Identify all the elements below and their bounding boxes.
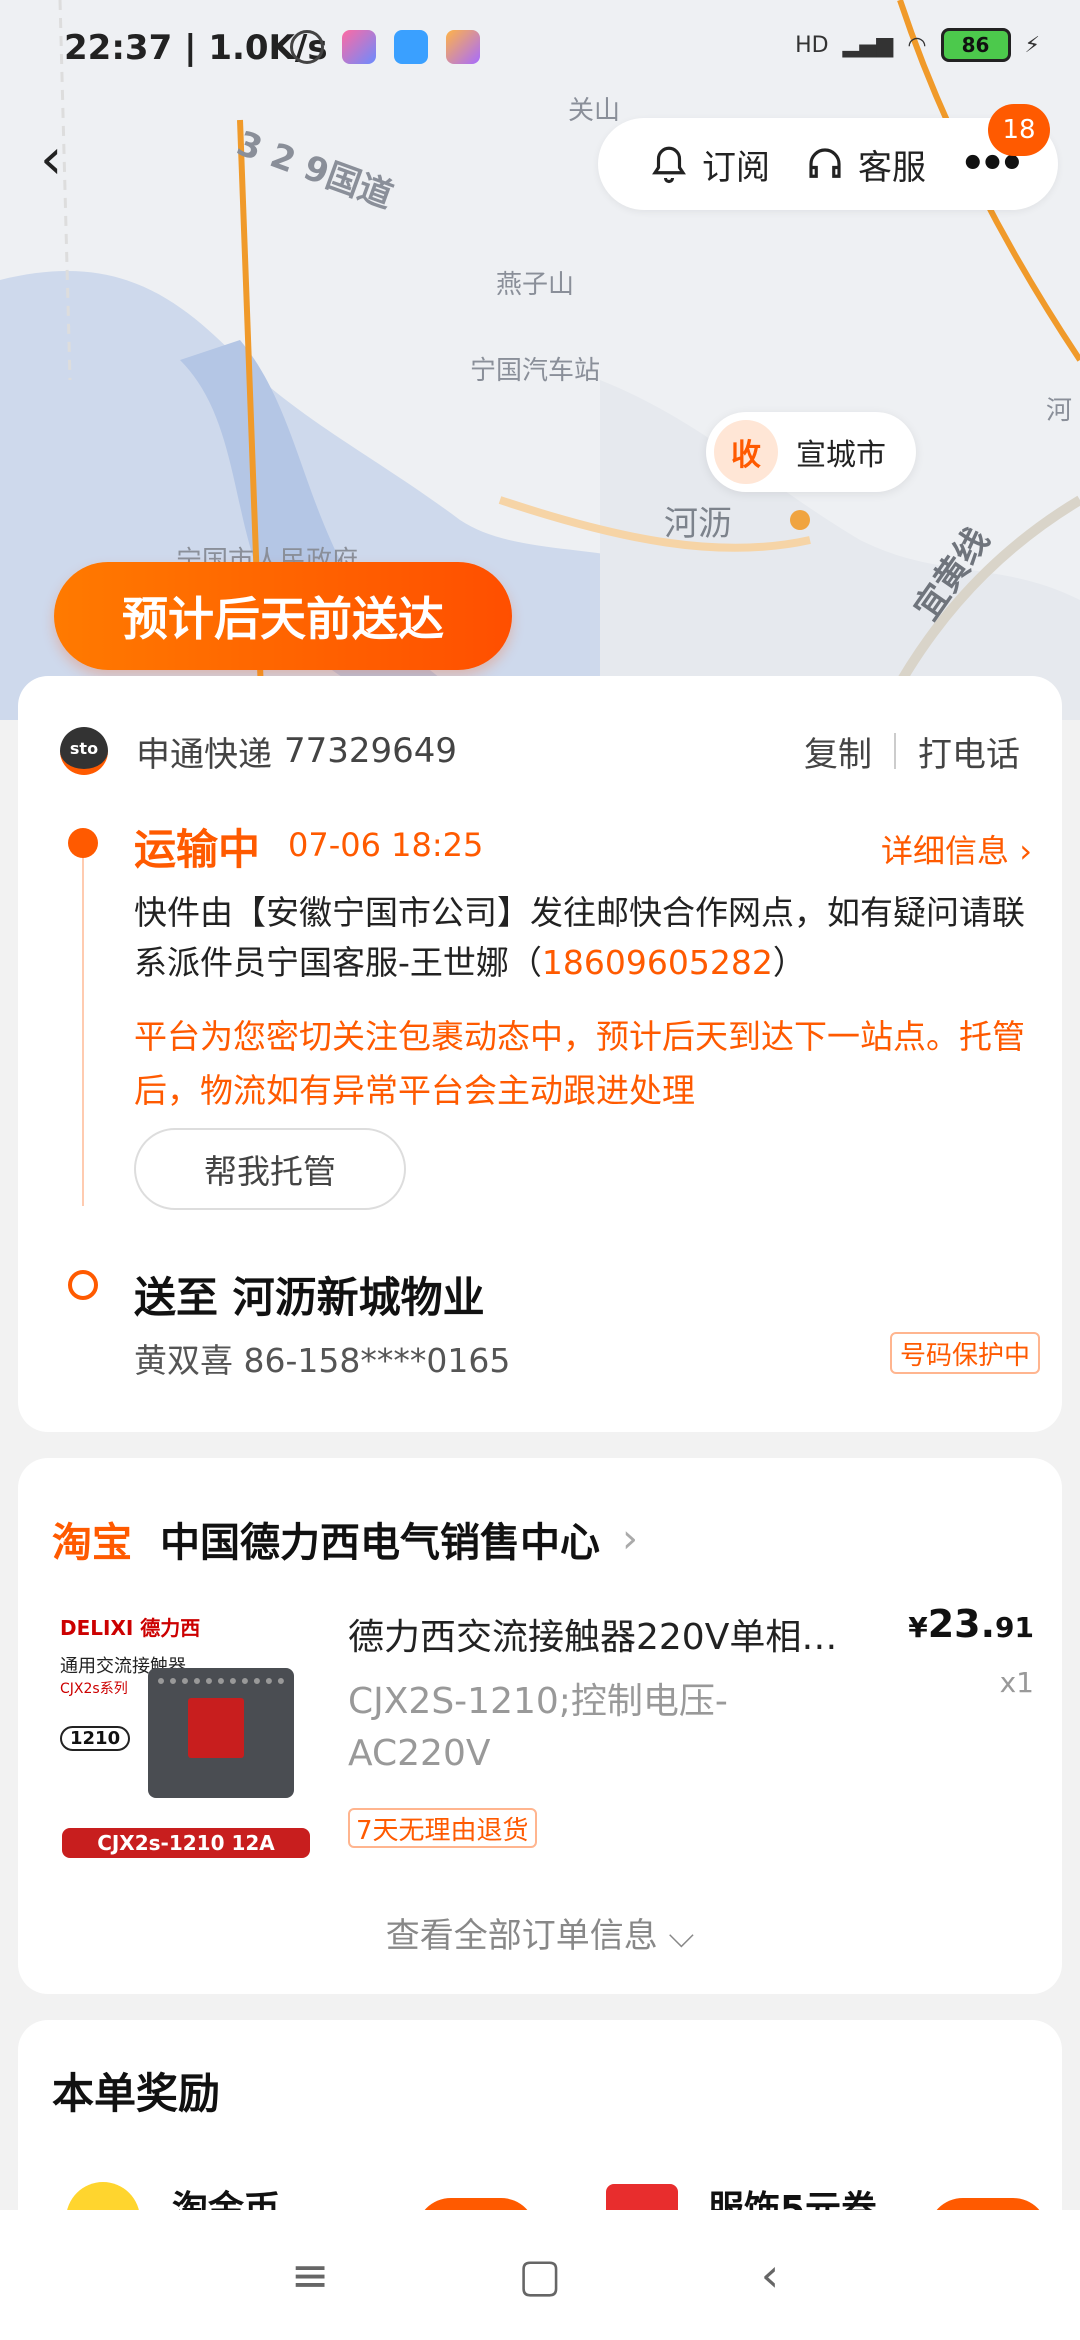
status-bar: 22:37 | 1.0K/s HD ▂▄▆ ◠ 86 ⚡	[0, 0, 1080, 100]
status-right-icons: HD ▂▄▆ ◠ 86 ⚡	[795, 28, 1040, 62]
shop-row[interactable]: 淘宝 中国德力西电气销售中心 ›	[52, 1510, 638, 1568]
timeline-dot-destination	[68, 1270, 98, 1300]
subscribe-button[interactable]: 订阅	[648, 140, 770, 189]
service-label: 客服	[858, 147, 926, 188]
courier-phone-link[interactable]: 18609605282	[542, 943, 773, 982]
tracking-number[interactable]: 77329649	[284, 731, 457, 771]
status-notification-icons	[290, 30, 480, 64]
timeline-dot-current	[68, 828, 98, 858]
destination-title: 送至 河沥新城物业	[134, 1273, 485, 1322]
price-currency: ¥	[908, 1611, 928, 1644]
status-date: 07-06 18:25	[288, 826, 484, 864]
battery-icon: 86	[940, 28, 1011, 62]
reward-title: 本单奖励	[52, 2069, 221, 2118]
product-sku: CJX2S-1210;控制电压-AC220V	[348, 1681, 728, 1774]
system-nav-bar: ≡ ▢ ‹	[0, 2210, 1080, 2340]
platform-notice: 平台为您密切关注包裹动态中，预计后天到达下一站点。托管后，物流如有异常平台会主动…	[134, 1017, 1025, 1110]
shipping-status: 运输中	[134, 825, 261, 874]
timeline-line	[82, 836, 84, 1206]
map-label-yanzishan: 燕子山	[496, 270, 575, 300]
product-image-brand: DELIXI 德力西	[60, 1616, 201, 1640]
product-quantity: x1	[999, 1666, 1034, 1699]
signal-icon: ▂▄▆	[842, 32, 894, 58]
wifi-icon: ◠	[907, 32, 927, 58]
map-label-bus-station: 宁国汽车站	[470, 356, 601, 386]
price-int: 23.	[927, 1602, 996, 1646]
detail-link[interactable]: 详细信息 ›	[881, 826, 1032, 872]
help-manage-button[interactable]: 帮我托管	[134, 1128, 406, 1210]
network-label: HD	[795, 32, 829, 58]
carrier-row: sto 申通快递 77329649 复制 打电话	[60, 716, 1020, 786]
charging-icon: ⚡	[1024, 32, 1040, 58]
product-image[interactable]: DELIXI 德力西 通用交流接触器 CJX2s系列 1210 CJX2s-12…	[52, 1608, 322, 1858]
taobao-logo: 淘宝	[52, 1520, 132, 1566]
order-card: 淘宝 中国德力西电气销售中心 › DELIXI 德力西 通用交流接触器 CJX2…	[18, 1458, 1062, 1994]
map-label-heli: 河沥	[664, 504, 732, 544]
headset-icon	[809, 148, 841, 178]
back-nav-icon[interactable]: ‹	[740, 2248, 800, 2302]
alarm-icon	[290, 30, 324, 64]
product-image-model: 1210	[60, 1726, 131, 1751]
app-icon	[394, 30, 428, 64]
product-image-banner: CJX2s-1210 12A	[62, 1828, 310, 1858]
status-time: 22:37 | 1.0K/s	[64, 28, 328, 68]
bell-icon	[652, 146, 686, 184]
copy-button[interactable]: 复制	[804, 727, 872, 776]
receiver-marker[interactable]: 收 宣城市	[706, 412, 916, 492]
map-label-he-edge: 河	[1046, 396, 1073, 426]
receiver-icon: 收	[714, 420, 778, 484]
shop-name: 中国德力西电气销售中心	[160, 1520, 600, 1566]
tracking-description: 快件由【安徽宁国市公司】发往邮快合作网点，如有疑问请联系派件员宁国客服-王世娜（…	[134, 888, 1054, 988]
video-app-icon	[342, 30, 376, 64]
menu-icon[interactable]: ≡	[280, 2248, 340, 2302]
sto-logo: sto	[60, 727, 108, 775]
service-button[interactable]: 客服	[804, 140, 926, 189]
carrier-name: 申通快递	[136, 734, 272, 775]
divider	[894, 733, 896, 769]
eta-banner: 预计后天前送达	[54, 562, 512, 670]
product-title[interactable]: 德力西交流接触器220V单相…	[348, 1608, 908, 1660]
call-button[interactable]: 打电话	[918, 727, 1020, 776]
home-icon[interactable]: ▢	[510, 2248, 570, 2302]
privacy-tag[interactable]: 号码保护中	[889, 1332, 1040, 1374]
subscribe-label: 订阅	[702, 147, 770, 188]
notification-badge: 18	[988, 104, 1050, 156]
tracking-card: sto 申通快递 77329649 复制 打电话 运输中 07-06 18:25…	[18, 676, 1062, 1432]
video-app-icon-2	[446, 30, 480, 64]
desc-text-end: ）	[772, 943, 806, 982]
view-all-order-info[interactable]: 查看全部订单信息 ⌵	[18, 1908, 1062, 1957]
contactor-illustration	[148, 1668, 294, 1798]
receiver-city: 宣城市	[796, 438, 886, 473]
product-image-line2: CJX2s系列	[60, 1681, 128, 1697]
carrier-actions: 复制 打电话	[804, 727, 1020, 776]
return-policy-tag: 7天无理由退货	[348, 1808, 537, 1848]
price-decimal: 91	[995, 1611, 1034, 1644]
product-price: ¥23.91	[908, 1602, 1034, 1646]
back-icon[interactable]: ‹	[40, 130, 90, 190]
chevron-right-icon: ›	[622, 1516, 638, 1562]
destination-contact: 黄双喜 86-158****0165	[134, 1341, 511, 1380]
